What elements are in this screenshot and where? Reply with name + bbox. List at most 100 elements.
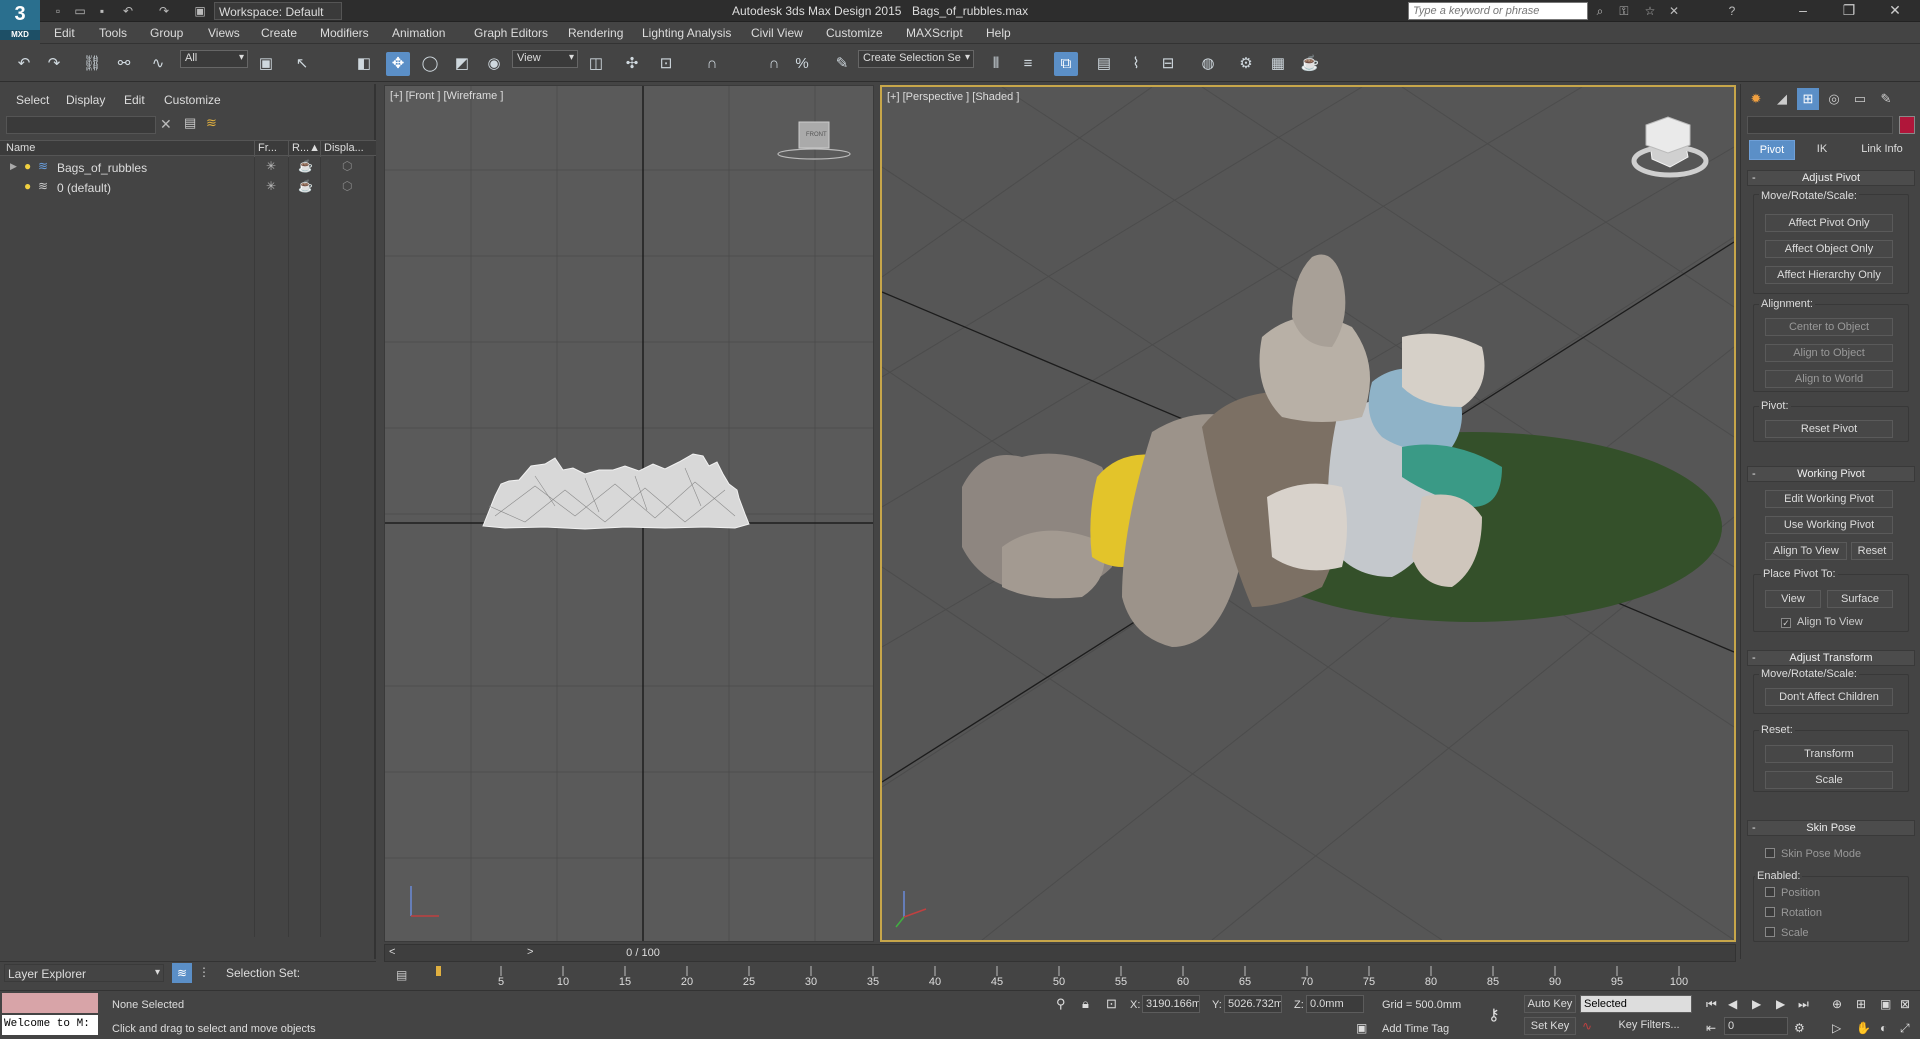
project-folder-icon[interactable]: ▣ bbox=[192, 3, 208, 19]
play-icon[interactable]: ▶ bbox=[1752, 997, 1761, 1011]
time-configuration-icon[interactable]: ⚙ bbox=[1794, 1021, 1805, 1035]
select-scale-icon[interactable]: ◩ bbox=[450, 52, 474, 76]
mirror-icon[interactable]: ⫴ bbox=[984, 52, 1008, 76]
app-logo[interactable]: 3 MXD bbox=[0, 0, 40, 40]
position-checkbox[interactable]: Position bbox=[1765, 887, 1820, 899]
absolute-mode-icon[interactable]: ⊡ bbox=[1106, 996, 1117, 1012]
scene-menu-customize[interactable]: Customize bbox=[164, 93, 221, 107]
lock-icon[interactable]: 🔒︎ bbox=[1082, 996, 1089, 1012]
affect-pivot-only-button[interactable]: Affect Pivot Only bbox=[1765, 214, 1893, 232]
close-icon[interactable]: ✕ bbox=[1872, 0, 1918, 22]
menu-group[interactable]: Group bbox=[150, 26, 183, 40]
working-pivot-rollout[interactable]: Working Pivot bbox=[1747, 466, 1915, 482]
rendered-frame-window-icon[interactable]: ▦ bbox=[1266, 52, 1290, 76]
x-coordinate-field[interactable]: 3190.166m bbox=[1142, 995, 1200, 1013]
object-color-swatch[interactable] bbox=[1899, 116, 1915, 134]
current-frame-field[interactable]: 0 bbox=[1724, 1017, 1788, 1035]
light-bulb-icon[interactable]: ● bbox=[24, 179, 31, 193]
affect-object-only-button[interactable]: Affect Object Only bbox=[1765, 240, 1893, 258]
field-of-view-icon[interactable]: ▷ bbox=[1832, 1021, 1841, 1035]
display-box-icon[interactable]: ⬡ bbox=[342, 179, 352, 193]
link-info-tab[interactable]: Link Info bbox=[1849, 140, 1915, 160]
undo-icon[interactable]: ↶ bbox=[12, 52, 36, 76]
adjust-transform-rollout[interactable]: Adjust Transform bbox=[1747, 650, 1915, 666]
menu-views[interactable]: Views bbox=[208, 26, 240, 40]
select-move-icon[interactable]: ✥ bbox=[386, 52, 410, 76]
reset-pivot-button[interactable]: Reset Pivot bbox=[1765, 420, 1893, 438]
freeze-snowflake-icon[interactable]: ✳ bbox=[266, 179, 276, 193]
edit-named-selection-icon[interactable]: ✎ bbox=[830, 52, 854, 76]
reset-working-pivot-button[interactable]: Reset bbox=[1851, 542, 1893, 560]
new-file-icon[interactable]: ▫ bbox=[50, 3, 66, 19]
menu-edit[interactable]: Edit bbox=[54, 26, 75, 40]
motion-tab-icon[interactable]: ◎ bbox=[1823, 88, 1845, 110]
menu-animation[interactable]: Animation bbox=[392, 26, 445, 40]
scale-checkbox[interactable]: Scale bbox=[1765, 927, 1809, 939]
align-to-view-button[interactable]: Align To View bbox=[1765, 542, 1847, 560]
display-box-icon[interactable]: ⬡ bbox=[342, 159, 352, 173]
scene-filter-input[interactable] bbox=[6, 116, 156, 134]
y-coordinate-field[interactable]: 5026.732m bbox=[1224, 995, 1282, 1013]
menu-graph-editors[interactable]: Graph Editors bbox=[474, 26, 548, 40]
schematic-view-icon[interactable]: ⊟ bbox=[1156, 52, 1180, 76]
layer-row[interactable]: ● ≋ 0 (default) ✳ ☕ ⬡ bbox=[0, 177, 376, 197]
menu-help[interactable]: Help bbox=[986, 26, 1011, 40]
open-file-icon[interactable]: ▭ bbox=[72, 3, 88, 19]
snaps-toggle-icon[interactable]: ∩ bbox=[700, 52, 724, 76]
search-input[interactable]: Type a keyword or phrase bbox=[1408, 2, 1588, 20]
pivot-tab[interactable]: Pivot bbox=[1749, 140, 1795, 160]
z-coordinate-field[interactable]: 0.0mm bbox=[1306, 995, 1364, 1013]
curve-editor-icon[interactable]: ⌇ bbox=[1124, 52, 1148, 76]
reset-scale-button[interactable]: Scale bbox=[1765, 771, 1893, 789]
render-teapot-icon[interactable]: ☕ bbox=[298, 159, 313, 173]
light-bulb-icon[interactable]: ● bbox=[24, 159, 31, 173]
col-display[interactable]: Displa... bbox=[324, 142, 364, 154]
next-frame-icon[interactable]: ▶ bbox=[1776, 997, 1785, 1011]
toggle-ribbon-icon[interactable]: ▤ bbox=[1092, 52, 1116, 76]
key-mode-dropdown[interactable]: Selected bbox=[1580, 995, 1692, 1013]
pivot-center-icon[interactable]: ◫ bbox=[584, 52, 608, 76]
object-name-field[interactable] bbox=[1747, 116, 1893, 134]
binoculars-icon[interactable]: ⌕ bbox=[1592, 3, 1608, 19]
scene-menu-display[interactable]: Display bbox=[66, 93, 105, 107]
scene-menu-select[interactable]: Select bbox=[16, 93, 49, 107]
key-filters-button[interactable]: Key Filters... bbox=[1606, 1017, 1692, 1035]
col-render[interactable]: R...▲ bbox=[292, 142, 320, 154]
material-editor-icon[interactable]: ◍ bbox=[1196, 52, 1220, 76]
unlink-icon[interactable]: ⚯ bbox=[112, 52, 136, 76]
render-teapot-icon[interactable]: ☕ bbox=[298, 179, 313, 193]
scene-menu-edit[interactable]: Edit bbox=[124, 93, 145, 107]
time-prev-button[interactable]: < bbox=[389, 946, 395, 958]
create-tab-icon[interactable]: ✹ bbox=[1745, 88, 1767, 110]
perspective-viewport-label[interactable]: [+] [Perspective ] [Shaded ] bbox=[887, 91, 1019, 103]
maxscript-listener[interactable]: Welcome to M: bbox=[2, 1015, 98, 1035]
affect-hierarchy-only-button[interactable]: Affect Hierarchy Only bbox=[1765, 266, 1893, 284]
place-view-button[interactable]: View bbox=[1765, 590, 1821, 608]
select-manipulate-icon[interactable]: ✣ bbox=[620, 52, 644, 76]
maximize-icon[interactable]: ❐ bbox=[1826, 0, 1872, 22]
percent-snap-icon[interactable]: % bbox=[790, 52, 814, 76]
window-crossing-icon[interactable]: ◧ bbox=[352, 52, 376, 76]
explorer-type-dropdown[interactable]: Layer Explorer bbox=[4, 964, 164, 982]
selection-filter-dropdown[interactable]: All bbox=[180, 50, 248, 68]
menu-maxscript[interactable]: MAXScript bbox=[906, 26, 963, 40]
add-time-tag[interactable]: Add Time Tag bbox=[1382, 1023, 1449, 1035]
render-production-icon[interactable]: ☕ bbox=[1298, 52, 1322, 76]
key-mode-toggle-icon[interactable]: ⇤ bbox=[1706, 1021, 1716, 1035]
angle-snap-icon[interactable]: ∩ bbox=[762, 52, 786, 76]
clear-filter-icon[interactable]: ✕ bbox=[160, 116, 172, 133]
rotation-checkbox[interactable]: Rotation bbox=[1765, 907, 1822, 919]
sign-in-icon[interactable]: ✕ bbox=[1666, 3, 1682, 19]
hierarchy-tab-icon[interactable]: ⊞ bbox=[1797, 88, 1819, 110]
previous-frame-icon[interactable]: ◀ bbox=[1728, 997, 1737, 1011]
go-to-start-icon[interactable]: ⏮ bbox=[1706, 997, 1717, 1012]
select-rotate-icon[interactable]: ◯ bbox=[418, 52, 442, 76]
select-object-icon[interactable]: ▣ bbox=[254, 52, 278, 76]
save-file-icon[interactable]: ▪ bbox=[94, 3, 110, 19]
align-to-view-checkbox[interactable]: ✓ Align To View bbox=[1781, 616, 1863, 628]
ik-tab[interactable]: IK bbox=[1799, 140, 1845, 160]
layer-hierarchy-icon[interactable]: ≋ bbox=[172, 963, 192, 983]
menu-modifiers[interactable]: Modifiers bbox=[320, 26, 369, 40]
modify-tab-icon[interactable]: ◢ bbox=[1771, 88, 1793, 110]
named-selection-dropdown[interactable]: Create Selection Se bbox=[858, 50, 974, 68]
